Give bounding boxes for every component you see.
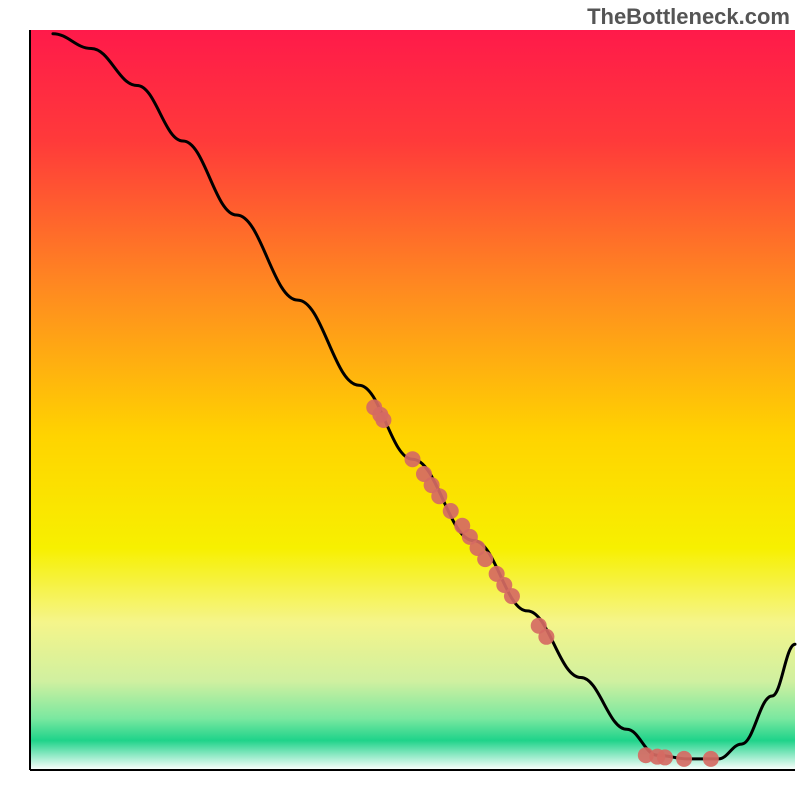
data-point <box>504 588 520 604</box>
data-point <box>477 551 493 567</box>
data-point <box>657 749 673 765</box>
data-point <box>676 751 692 767</box>
data-point <box>538 629 554 645</box>
data-point <box>405 451 421 467</box>
data-point <box>431 488 447 504</box>
watermark-label: TheBottleneck.com <box>587 4 790 30</box>
bottleneck-chart: TheBottleneck.com <box>0 0 800 800</box>
gradient-background <box>30 30 795 770</box>
data-point <box>443 503 459 519</box>
chart-svg <box>0 0 800 800</box>
data-point <box>703 751 719 767</box>
data-point <box>375 412 391 428</box>
